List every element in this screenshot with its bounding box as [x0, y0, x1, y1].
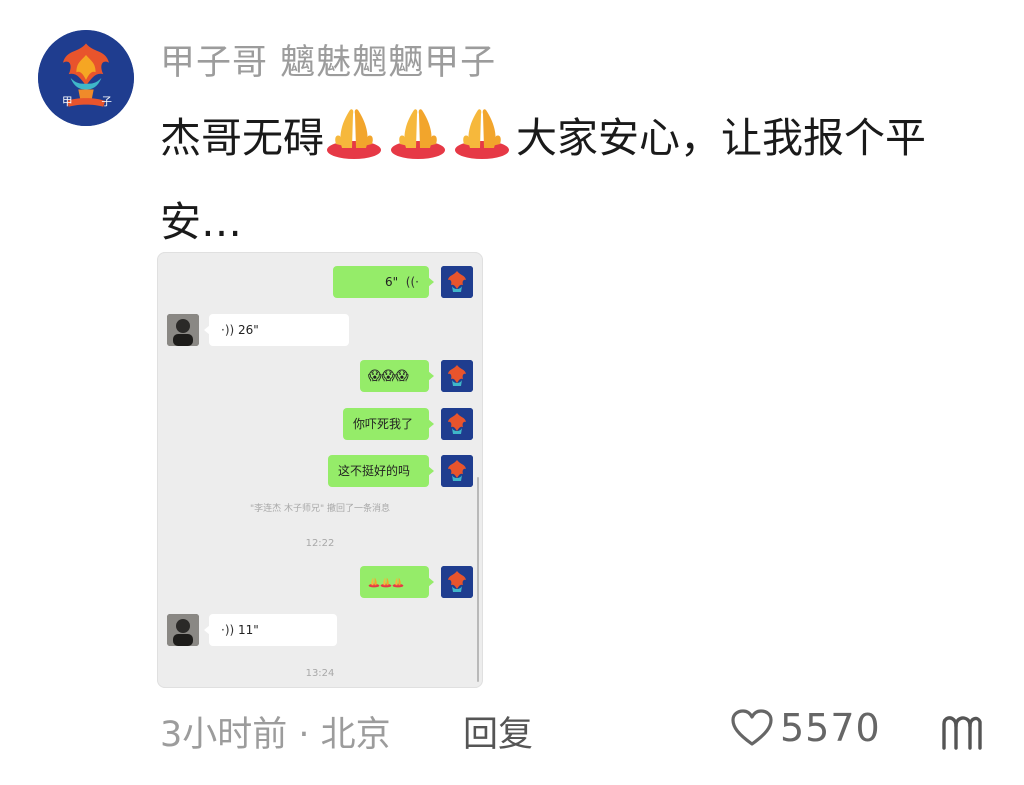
- fire-lotus-avatar-icon: 甲 子: [38, 30, 134, 126]
- username[interactable]: 甲子哥 魑魅魍魉甲子: [160, 34, 496, 85]
- avatar-char-2: 子: [101, 96, 112, 108]
- voice-duration: 11": [238, 623, 259, 637]
- message-text: 你吓死我了: [353, 417, 414, 431]
- voice-wave-icon: ·)): [221, 623, 238, 637]
- chat-screenshot-image[interactable]: 6" ((· ·)) 26" 😱😱😱 你吓死我了 这不挺好的吗 "李连杰 木子师…: [157, 252, 483, 688]
- comment-text: 杰哥无碍 大家安心，让我报个平安…: [160, 96, 1000, 264]
- self-avatar: [441, 566, 473, 598]
- folded-hands-icon: [392, 576, 404, 588]
- like-button[interactable]: 5570: [730, 706, 881, 750]
- post-time-location: 3小时前 · 北京: [160, 715, 391, 755]
- more-icon[interactable]: [940, 712, 984, 752]
- folded-hands-icon: [452, 104, 512, 160]
- folded-hands-icon: [388, 104, 448, 160]
- emoji-message-bubble: 😱😱😱: [360, 360, 434, 392]
- message-text: 这不挺好的吗: [338, 464, 411, 478]
- self-avatar: [441, 408, 473, 440]
- voice-wave-icon: ((·: [401, 275, 419, 289]
- contact-avatar: [167, 314, 199, 346]
- voice-message-bubble: ·)) 11": [204, 614, 337, 646]
- voice-duration: 26": [238, 323, 259, 337]
- avatar-char-1: 甲: [62, 96, 73, 108]
- folded-hands-icon: [380, 576, 392, 588]
- voice-message-bubble: ·)) 26": [204, 314, 349, 346]
- emoji-message-bubble: 🙏🙏🙏: [360, 566, 434, 598]
- self-avatar: [441, 360, 473, 392]
- text-message-bubble: 你吓死我了: [343, 408, 434, 440]
- recall-notice: "李连杰 木子师兄" 撤回了一条消息: [249, 504, 390, 514]
- heart-icon: [731, 709, 773, 746]
- timestamp: 12:22: [305, 538, 335, 549]
- avatar[interactable]: 甲 子: [38, 30, 134, 126]
- folded-hands-icon: [368, 576, 380, 588]
- message-text: 😱😱😱: [368, 369, 409, 384]
- comment-text-before: 杰哥无碍: [160, 114, 324, 162]
- reply-button[interactable]: 回复: [463, 706, 533, 757]
- contact-avatar: [167, 614, 199, 646]
- comment-item: 甲 子 甲子哥 魑魅魍魉甲子 杰哥无碍 大家安心，让我报个平安… 6" ((· ·…: [0, 0, 1024, 785]
- self-avatar: [441, 455, 473, 487]
- like-count: 5570: [780, 706, 881, 750]
- text-message-bubble: 这不挺好的吗: [328, 455, 434, 487]
- voice-wave-icon: ·)): [221, 323, 238, 337]
- timestamp: 13:24: [305, 668, 335, 679]
- folded-hands-icon: [324, 104, 384, 160]
- self-avatar: [441, 266, 473, 298]
- voice-message-bubble: 6" ((·: [333, 266, 434, 298]
- voice-duration: 6": [385, 275, 399, 289]
